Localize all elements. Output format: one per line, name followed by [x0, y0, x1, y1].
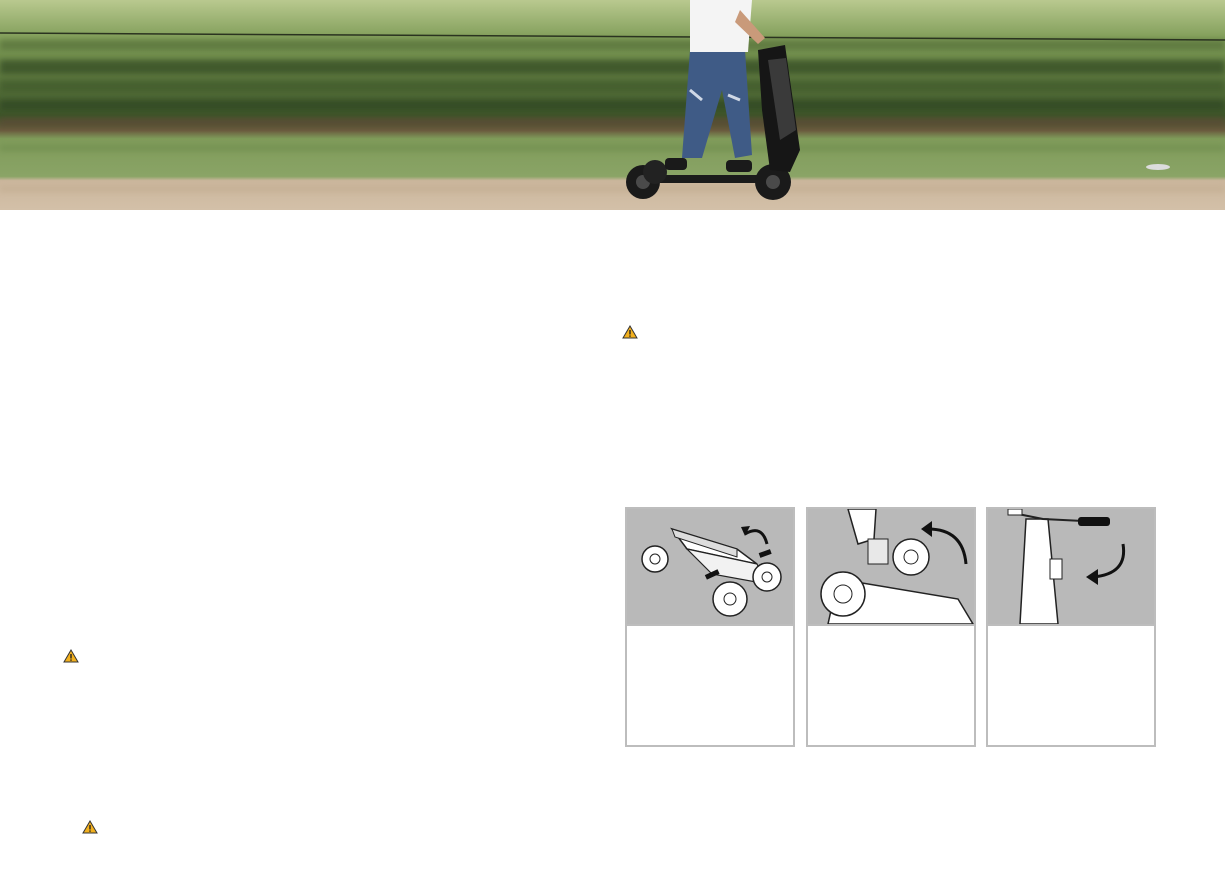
- step-illustration: [808, 509, 974, 626]
- step-caption: [808, 626, 974, 742]
- step-panel-3: [986, 507, 1156, 747]
- warning-triangle-icon: [63, 649, 79, 663]
- step-illustration: [627, 509, 793, 626]
- step-illustration: [988, 509, 1154, 626]
- step-panel-2: [806, 507, 976, 747]
- hero-photo: [0, 0, 1225, 210]
- step-caption: [627, 626, 793, 742]
- warning-triangle-icon: [622, 325, 638, 339]
- warning-triangle-icon: [82, 820, 98, 834]
- step-caption: [988, 626, 1154, 742]
- step-panel-1: [625, 507, 795, 747]
